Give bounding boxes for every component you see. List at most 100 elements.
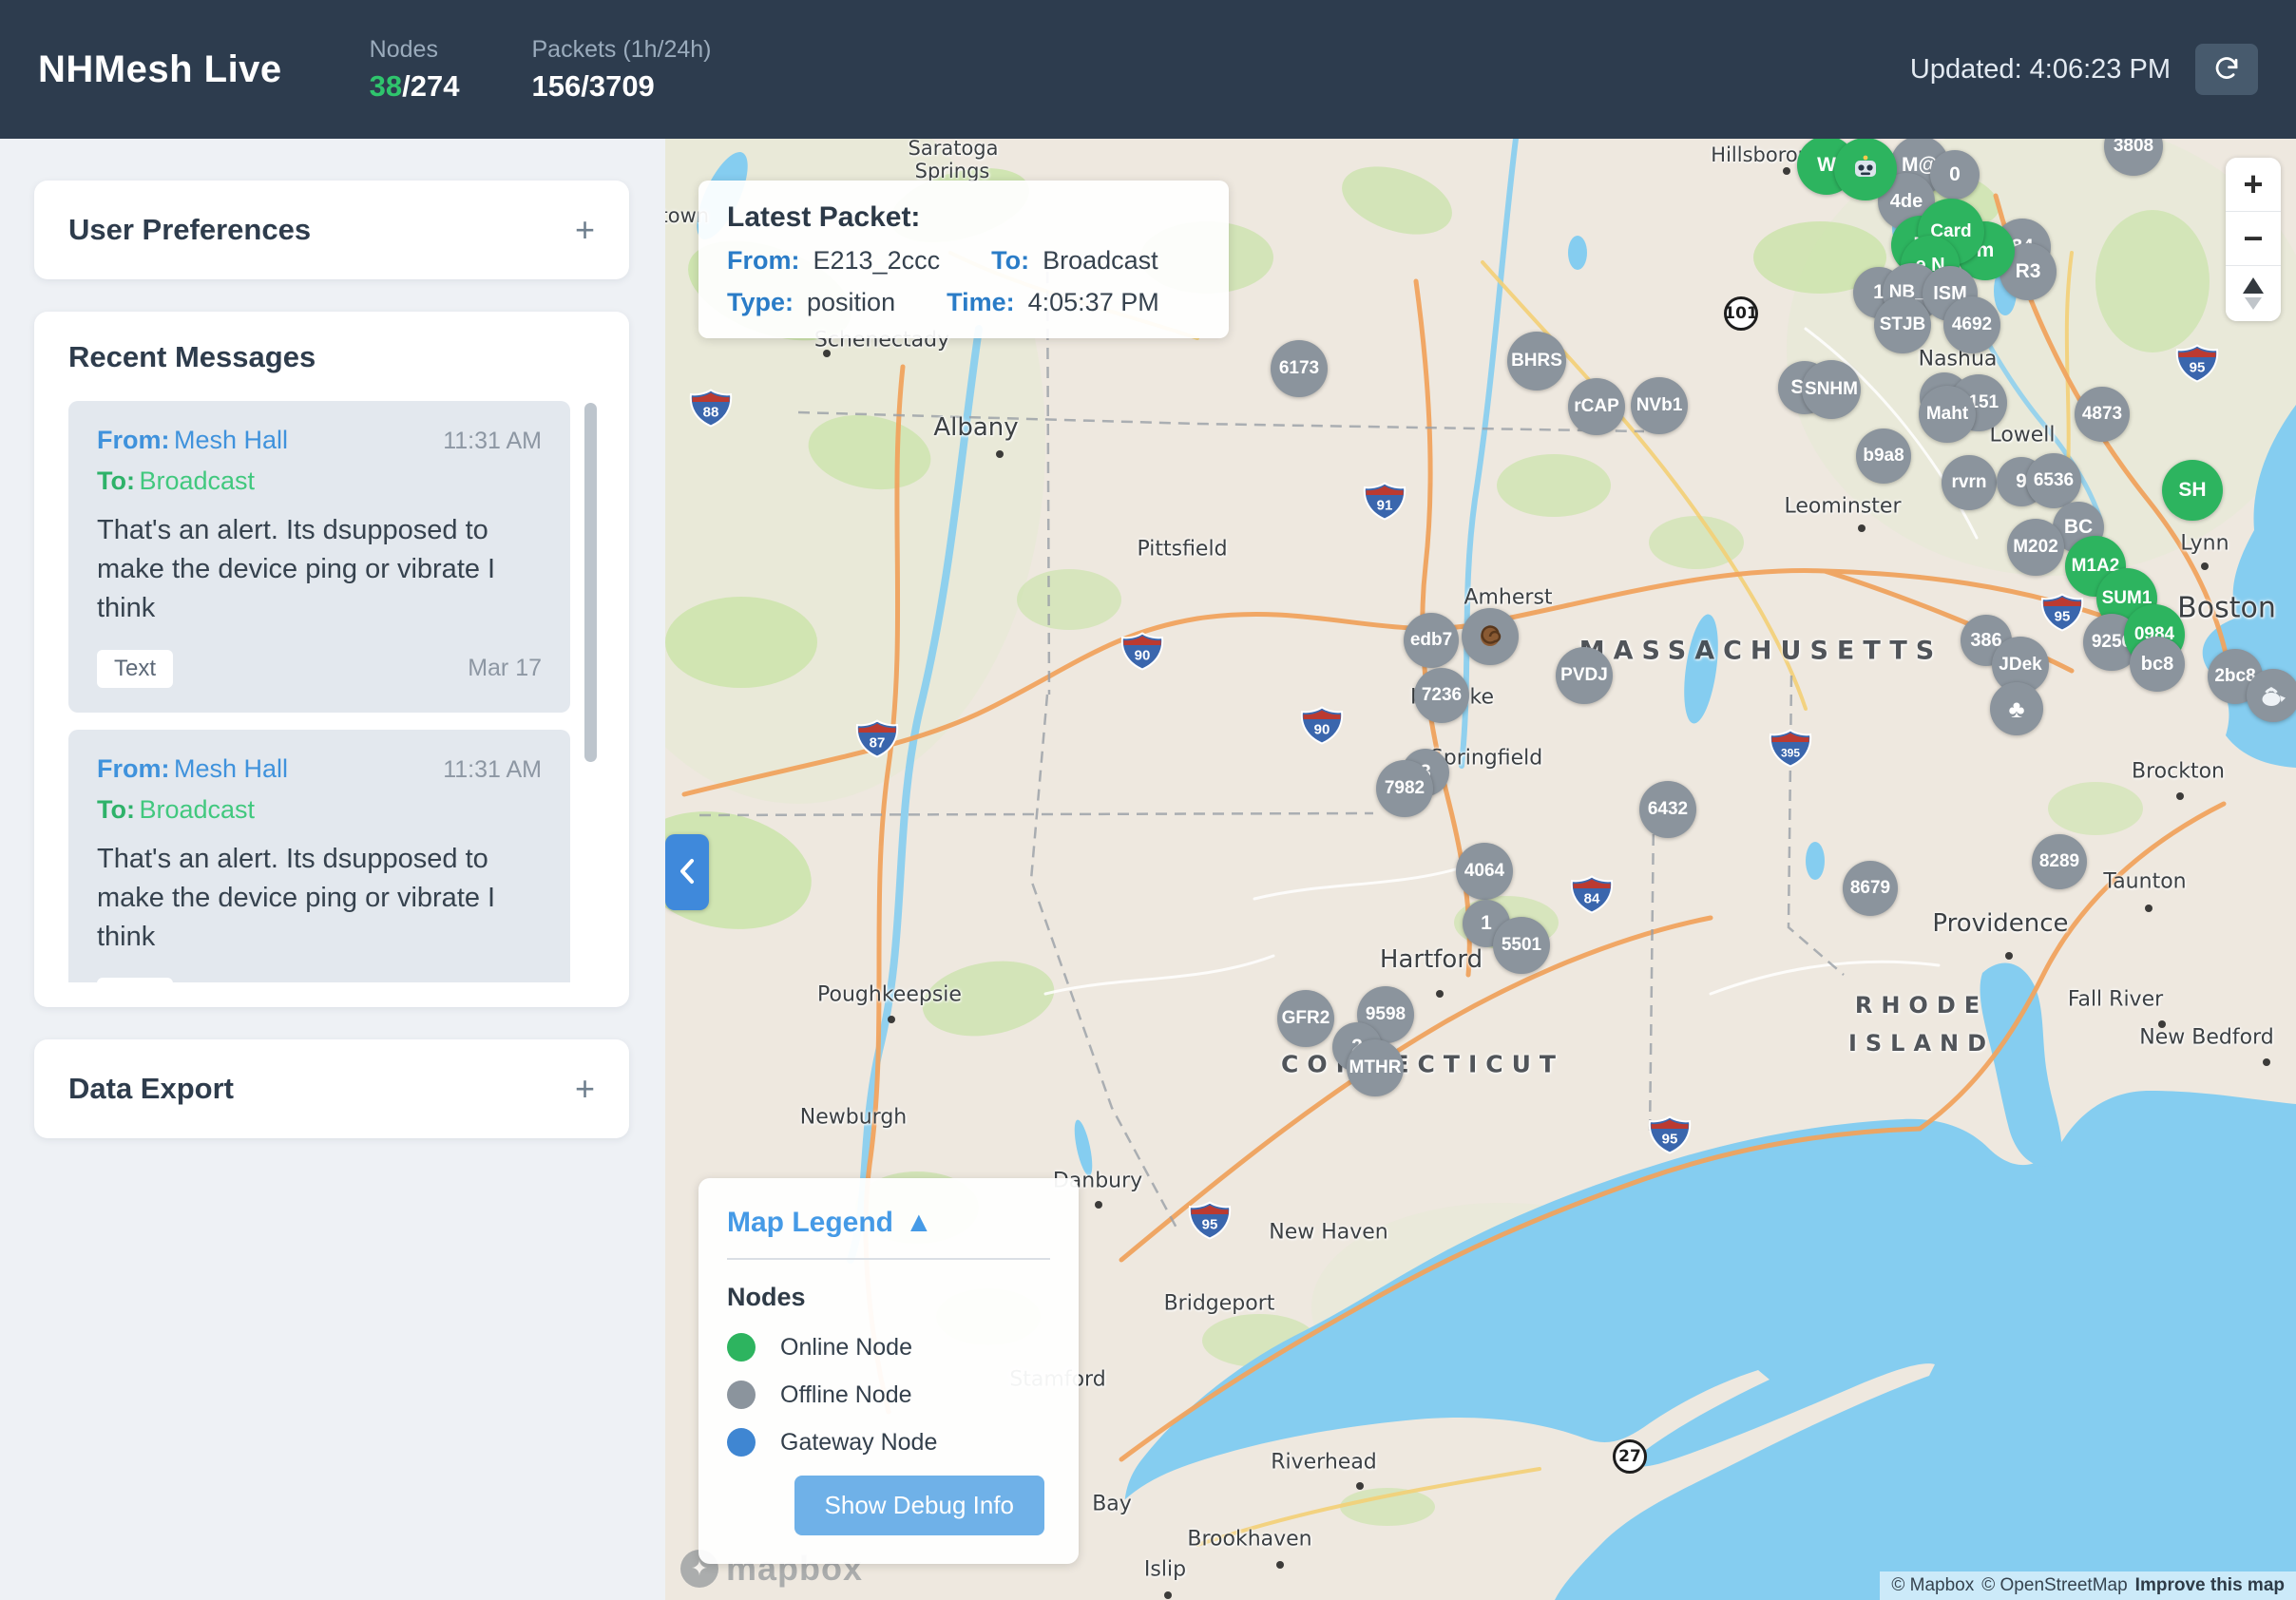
message-footer: TextMar 17	[97, 978, 542, 982]
chevron-left-icon	[679, 858, 696, 887]
message-header: From: Mesh Hall11:31 AM	[97, 754, 542, 784]
osm-attribution-link[interactable]: © OpenStreetMap	[1981, 1575, 2127, 1596]
node-marker[interactable]: 6432	[1639, 781, 1696, 838]
interstate-shield: 91	[1363, 483, 1406, 525]
map-city-label: Boston	[2177, 592, 2276, 625]
node-marker[interactable]: NVb1	[1631, 377, 1688, 434]
message-footer: TextMar 17	[97, 650, 542, 688]
message-from-label: From:	[97, 426, 170, 454]
data-export-title: Data Export	[68, 1072, 234, 1106]
node-marker-shell-icon[interactable]	[1462, 608, 1519, 665]
map-city-label: Brockton	[2132, 760, 2225, 784]
route-shield: 101	[1724, 296, 1758, 331]
user-preferences-expand-button[interactable]: +	[575, 213, 595, 247]
node-marker[interactable]: 8289	[2032, 834, 2087, 889]
node-marker[interactable]: MTHR	[1347, 1039, 1404, 1096]
interstate-shield: 95	[2040, 594, 2084, 637]
message-type-badge: Text	[97, 650, 173, 688]
node-marker[interactable]: b9a8	[1856, 429, 1911, 484]
map-city-label: Brookhaven	[1187, 1528, 1311, 1552]
packets-label: Packets (1h/24h)	[532, 36, 712, 64]
header: NHMesh Live Nodes 38/274 Packets (1h/24h…	[0, 0, 2296, 139]
node-marker[interactable]: GFR2	[1277, 990, 1334, 1047]
data-export-header[interactable]: Data Export +	[34, 1039, 629, 1138]
map-town-dot	[1276, 1561, 1284, 1569]
show-debug-info-button[interactable]: Show Debug Info	[794, 1476, 1044, 1535]
node-marker-teapot-icon[interactable]	[2247, 669, 2296, 722]
zoom-out-button[interactable]: −	[2226, 212, 2281, 266]
node-marker-clover-icon[interactable]: ♣	[1990, 682, 2043, 735]
svg-text:95: 95	[2055, 609, 2071, 625]
node-marker[interactable]: Maht	[1919, 386, 1976, 443]
node-marker[interactable]: rvrn	[1942, 455, 1997, 510]
refresh-button[interactable]	[2195, 44, 2258, 95]
map-town-dot	[1783, 167, 1790, 175]
packet-from-label: From:	[727, 246, 800, 276]
map-town-dot	[888, 1016, 895, 1023]
node-marker[interactable]: 7982	[1376, 760, 1433, 817]
node-marker[interactable]: 4064	[1456, 843, 1513, 900]
map-city-label: Leominster	[1784, 495, 1901, 519]
node-marker[interactable]: 6173	[1271, 340, 1328, 397]
messages-scrollbar[interactable]	[584, 403, 597, 762]
map-city-label: Riverhead	[1271, 1451, 1377, 1475]
legend-swatch	[727, 1333, 756, 1362]
map-city-label: Bridgeport	[1164, 1292, 1275, 1316]
map-canvas[interactable]: SaratogaSpringsSchenectadyJohnstownAlban…	[665, 139, 2296, 1600]
node-marker[interactable]: 8679	[1843, 861, 1898, 916]
node-marker[interactable]: edb7	[1404, 613, 1459, 668]
message-card: From: Mesh Hall11:31 AMTo: BroadcastThat…	[68, 730, 570, 982]
legend-label: Online Node	[780, 1334, 912, 1362]
node-marker[interactable]: PVDJ	[1556, 647, 1613, 704]
map-state-label: MASSACHUSETTS	[1579, 637, 1942, 666]
nodes-total-count: /274	[402, 69, 459, 103]
map-town-dot	[1164, 1591, 1172, 1599]
map-city-label: Bay	[1092, 1493, 1132, 1516]
svg-text:90: 90	[1314, 722, 1330, 738]
zoom-in-button[interactable]: +	[2226, 158, 2281, 212]
sidebar-collapse-button[interactable]	[665, 834, 709, 910]
legend-nodes-heading: Nodes	[727, 1283, 1050, 1312]
interstate-shield: 95	[1648, 1116, 1692, 1159]
data-export-expand-button[interactable]: +	[575, 1072, 595, 1106]
node-marker[interactable]: SNHM	[1802, 360, 1861, 419]
map-town-dot	[2145, 905, 2152, 912]
message-time: 11:31 AM	[443, 756, 542, 784]
node-marker[interactable]: 5501	[1493, 917, 1550, 974]
svg-text:95: 95	[1202, 1217, 1218, 1233]
node-marker[interactable]: BHRS	[1507, 332, 1566, 390]
mapbox-attribution-link[interactable]: © Mapbox	[1891, 1575, 1974, 1596]
message-body: That's an alert. Its dsupposed to make t…	[97, 511, 542, 629]
node-marker[interactable]: 0	[1930, 150, 1980, 200]
nodes-stat: Nodes 38/274	[370, 36, 460, 104]
pitch-toggle-button[interactable]	[2226, 266, 2281, 321]
node-marker-robot-icon[interactable]	[1834, 139, 1897, 200]
node-marker[interactable]: 4692	[1943, 296, 2000, 353]
map-town-dot	[996, 450, 1004, 458]
node-marker[interactable]: 4873	[2075, 387, 2130, 442]
map-town-dot	[823, 350, 831, 357]
node-marker[interactable]: M202	[2007, 519, 2064, 576]
node-marker[interactable]: STJB	[1874, 296, 1931, 353]
updated-timestamp: Updated: 4:06:23 PM	[1910, 54, 2171, 86]
svg-text:88: 88	[703, 405, 719, 421]
nodes-label: Nodes	[370, 36, 460, 64]
node-marker[interactable]: SH	[2162, 460, 2223, 521]
interstate-shield: 395	[1769, 730, 1812, 772]
node-marker[interactable]: 6536	[2026, 453, 2081, 508]
map-legend-header[interactable]: Map Legend ▲	[727, 1207, 1050, 1239]
node-marker[interactable]: 7236	[1414, 668, 1469, 723]
legend-item: Online Node	[727, 1333, 1050, 1362]
legend-rows: Online NodeOffline NodeGateway Node	[727, 1333, 1050, 1457]
map-city-label: Fall River	[2068, 988, 2163, 1012]
node-marker[interactable]: rCAP	[1568, 378, 1625, 435]
map-city-label: Newburgh	[800, 1106, 907, 1130]
node-marker[interactable]: bc8	[2130, 637, 2185, 692]
map-state-label: RHODE	[1855, 992, 1988, 1019]
messages-list[interactable]: From: Mesh Hall11:31 AMTo: BroadcastThat…	[68, 401, 597, 982]
improve-map-link[interactable]: Improve this map	[2135, 1575, 2285, 1596]
user-preferences-header[interactable]: User Preferences +	[34, 181, 629, 279]
packets-stat: Packets (1h/24h) 156/3709	[532, 36, 712, 104]
map-city-label: Nashua	[1919, 348, 1998, 371]
svg-text:87: 87	[870, 735, 886, 752]
